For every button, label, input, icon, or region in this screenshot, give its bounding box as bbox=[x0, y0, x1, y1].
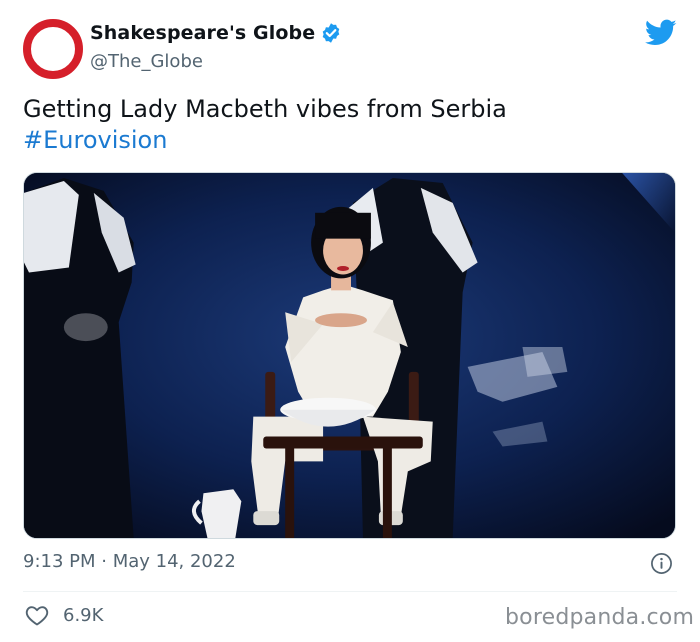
stage-performance-photo bbox=[24, 173, 675, 538]
avatar[interactable] bbox=[23, 19, 83, 79]
tweet-body: Getting Lady Macbeth vibes from Serbia bbox=[23, 95, 507, 123]
display-name[interactable]: Shakespeare's Globe bbox=[90, 22, 315, 44]
account-name-row: Shakespeare's Globe bbox=[90, 22, 342, 44]
twitter-bird-icon[interactable] bbox=[644, 19, 677, 47]
account-handle[interactable]: @The_Globe bbox=[90, 51, 203, 72]
divider bbox=[23, 591, 677, 592]
hashtag-link[interactable]: #Eurovision bbox=[23, 125, 673, 156]
tweet-timestamp[interactable]: 9:13 PM · May 14, 2022 bbox=[23, 551, 236, 572]
heart-icon[interactable] bbox=[25, 604, 49, 626]
like-count: 6.9K bbox=[63, 604, 104, 626]
verified-badge-icon bbox=[320, 22, 342, 44]
like-action[interactable]: 6.9K bbox=[25, 604, 103, 626]
tweet-photo[interactable] bbox=[23, 172, 676, 539]
red-ring-logo-icon bbox=[23, 19, 83, 79]
watermark: boredpanda.com bbox=[505, 605, 695, 630]
tweet-text: Getting Lady Macbeth vibes from Serbia #… bbox=[23, 94, 673, 156]
info-icon[interactable] bbox=[650, 552, 673, 575]
tweet-card: Shakespeare's Globe @The_Globe Getting L… bbox=[0, 0, 700, 642]
